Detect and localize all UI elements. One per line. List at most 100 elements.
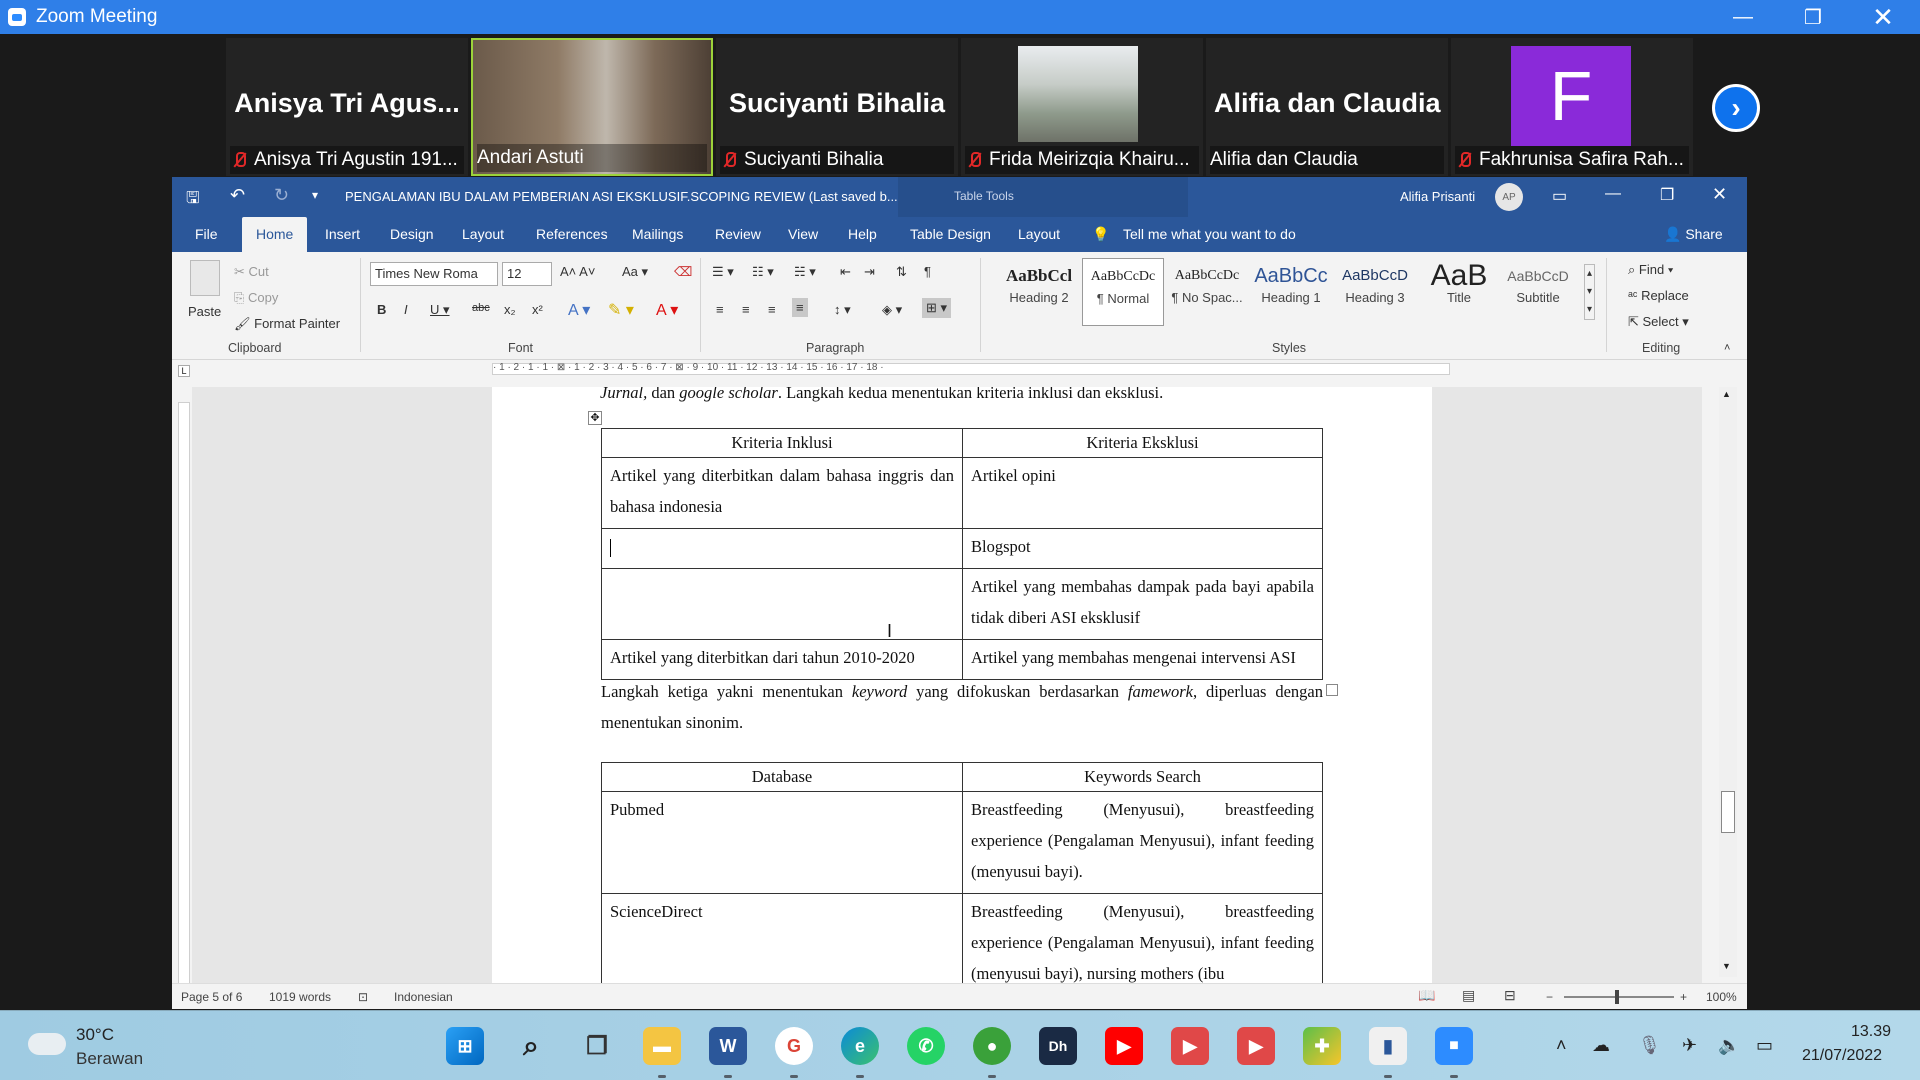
tab-view[interactable]: View	[788, 217, 818, 252]
language-indicator[interactable]: Indonesian	[394, 990, 453, 1004]
style-subtitle[interactable]: AaBbCcD Subtitle	[1502, 258, 1574, 326]
table-header-cell[interactable]: Keywords Search	[962, 762, 1323, 792]
font-name-select[interactable]: Times New Roma	[370, 262, 498, 286]
battery-icon[interactable]: ▭	[1756, 1035, 1773, 1056]
proofing-icon[interactable]: ⊡	[358, 990, 368, 1004]
zoom-slider-thumb[interactable]	[1615, 990, 1619, 1004]
select-button[interactable]: ⇱ Select ▾	[1628, 314, 1689, 330]
style-heading-2[interactable]: AaBbCcl Heading 2	[998, 258, 1080, 326]
chrome-icon[interactable]: G	[775, 1027, 813, 1065]
tab-table-layout[interactable]: Layout	[1018, 217, 1060, 252]
clock-date[interactable]: 21/07/2022	[1802, 1047, 1882, 1065]
shading-icon[interactable]: ◈ ▾	[882, 302, 902, 318]
style-no-spacing[interactable]: AaBbCcDc ¶ No Spac...	[1166, 258, 1248, 326]
cut-button[interactable]: ✂ Cut	[234, 264, 269, 280]
increase-indent-icon[interactable]: ⇥	[864, 264, 875, 280]
justify-icon[interactable]: ≡	[792, 298, 808, 317]
weather-temp[interactable]: 30°C	[76, 1025, 114, 1045]
airplane-mode-icon[interactable]: ✈	[1682, 1035, 1697, 1056]
table-header-cell[interactable]: Kriteria Inklusi	[601, 428, 963, 458]
quick-access-dropdown-icon[interactable]: ▾	[312, 188, 318, 202]
text-effects-icon[interactable]: A ▾	[568, 300, 590, 320]
subscript-icon[interactable]: x₂	[504, 302, 516, 317]
superscript-icon[interactable]: x²	[532, 302, 543, 317]
bullets-icon[interactable]: ☰ ▾	[712, 264, 734, 280]
format-painter-button[interactable]: 🖌 Format Painter	[234, 316, 340, 332]
table-cell[interactable]: Artikel yang membahas dampak pada bayi a…	[962, 568, 1323, 640]
puzzle-app-icon[interactable]: ✚	[1303, 1027, 1341, 1065]
align-center-icon[interactable]: ≡	[742, 302, 750, 317]
zoom-app-icon[interactable]: ■	[1435, 1027, 1473, 1065]
zoom-slider[interactable]	[1564, 996, 1674, 998]
participant-tile[interactable]: F Fakhrunisa Safira Rah...	[1451, 38, 1693, 176]
share-button[interactable]: 👤 Share	[1664, 217, 1723, 252]
word-app-icon[interactable]: W	[709, 1027, 747, 1065]
table-move-handle-icon[interactable]: ✥	[588, 411, 602, 425]
word-minimize-icon[interactable]: —	[1605, 185, 1621, 203]
table-cell[interactable]: Breastfeeding (Menyusui), breastfeeding …	[962, 893, 1323, 987]
task-view-icon[interactable]: ❐	[578, 1027, 616, 1065]
whatsapp-icon[interactable]: ✆	[907, 1027, 945, 1065]
user-avatar[interactable]: AP	[1495, 183, 1523, 211]
document-page[interactable]: Jurnal, dan google scholar. Langkah kedu…	[492, 387, 1432, 987]
tell-me-search[interactable]: Tell me what you want to do	[1123, 217, 1296, 252]
tab-table-design[interactable]: Table Design	[910, 217, 991, 252]
vertical-ruler[interactable]	[178, 402, 190, 992]
table-cell-with-cursor[interactable]	[601, 528, 963, 569]
table-header-cell[interactable]: Kriteria Eksklusi	[962, 428, 1323, 458]
tab-review[interactable]: Review	[715, 217, 761, 252]
redo-icon[interactable]: ↻	[274, 185, 289, 206]
tab-insert[interactable]: Insert	[325, 217, 360, 252]
web-layout-icon[interactable]: ⊟	[1504, 987, 1516, 1004]
next-page-arrow-icon[interactable]: ›	[1712, 84, 1760, 132]
tab-file[interactable]: File	[195, 217, 218, 252]
find-button[interactable]: ⌕ Find ▾	[1628, 262, 1673, 278]
ribbon-display-options-icon[interactable]: ▭	[1552, 186, 1567, 206]
table-cell[interactable]: Artikel yang diterbitkan dalam bahasa in…	[601, 457, 963, 529]
zoom-out-icon[interactable]: −	[1546, 990, 1553, 1004]
page-count[interactable]: Page 5 of 6	[181, 990, 242, 1004]
multilevel-list-icon[interactable]: ☵ ▾	[794, 264, 816, 280]
cloud-weather-icon[interactable]	[28, 1033, 66, 1055]
weather-condition[interactable]: Berawan	[76, 1049, 143, 1069]
tab-design[interactable]: Design	[390, 217, 434, 252]
onedrive-icon[interactable]: ☁	[1592, 1035, 1610, 1056]
table-cell[interactable]: Breastfeeding (Menyusui), breastfeeding …	[962, 791, 1323, 894]
paste-icon[interactable]	[190, 260, 220, 296]
show-formatting-icon[interactable]: ¶	[924, 264, 931, 279]
participant-tile[interactable]: Alifia dan Claudia Alifia dan Claudia	[1206, 38, 1448, 176]
zoom-level[interactable]: 100%	[1706, 990, 1737, 1004]
font-size-select[interactable]: 12	[502, 262, 552, 286]
grow-font-icon[interactable]: A˄ A˅	[560, 264, 595, 279]
volume-icon[interactable]: 🔈	[1718, 1035, 1740, 1056]
style-heading-3[interactable]: AaBbCcD Heading 3	[1334, 258, 1416, 326]
youtube-icon[interactable]: ▶	[1105, 1027, 1143, 1065]
participant-tile[interactable]: Suciyanti Bihalia Suciyanti Bihalia	[716, 38, 958, 176]
vertical-scrollbar[interactable]: ▲ ▼	[1719, 387, 1737, 977]
close-icon[interactable]: ✕	[1848, 0, 1918, 34]
file-explorer-icon[interactable]: ▬	[643, 1027, 681, 1065]
zoom-in-icon[interactable]: +	[1680, 990, 1687, 1004]
scroll-thumb[interactable]	[1721, 791, 1735, 833]
print-layout-icon[interactable]: ▤	[1462, 987, 1475, 1004]
table-cell[interactable]: Pubmed	[601, 791, 963, 894]
italic-icon[interactable]: I	[404, 302, 408, 317]
undo-icon[interactable]: ↶	[230, 185, 245, 206]
font-color-icon[interactable]: A ▾	[656, 300, 678, 320]
style-title[interactable]: AaB Title	[1418, 258, 1500, 326]
participant-tile-active-speaker[interactable]: Andari Astuti	[471, 38, 713, 176]
table-resize-handle[interactable]	[1326, 684, 1338, 696]
styles-scroll-icon[interactable]: ▴ ▾ ▾	[1584, 264, 1596, 320]
participant-tile[interactable]: Anisya Tri Agus... Anisya Tri Agustin 19…	[226, 38, 468, 176]
bold-icon[interactable]: B	[377, 302, 386, 317]
notepad-app-icon[interactable]: ▮	[1369, 1027, 1407, 1065]
start-windows-icon[interactable]: ⊞	[446, 1027, 484, 1065]
word-count[interactable]: 1019 words	[269, 990, 331, 1004]
table-cell[interactable]: Artikel yang diterbitkan dari tahun 2010…	[601, 639, 963, 680]
align-right-icon[interactable]: ≡	[768, 302, 776, 317]
dh-app-icon[interactable]: Dh	[1039, 1027, 1077, 1065]
video-player-icon[interactable]: ▶	[1171, 1027, 1209, 1065]
sort-icon[interactable]: ⇅	[896, 264, 907, 280]
restore-icon[interactable]: ❐	[1778, 0, 1848, 34]
clock-time[interactable]: 13.39	[1851, 1023, 1891, 1041]
